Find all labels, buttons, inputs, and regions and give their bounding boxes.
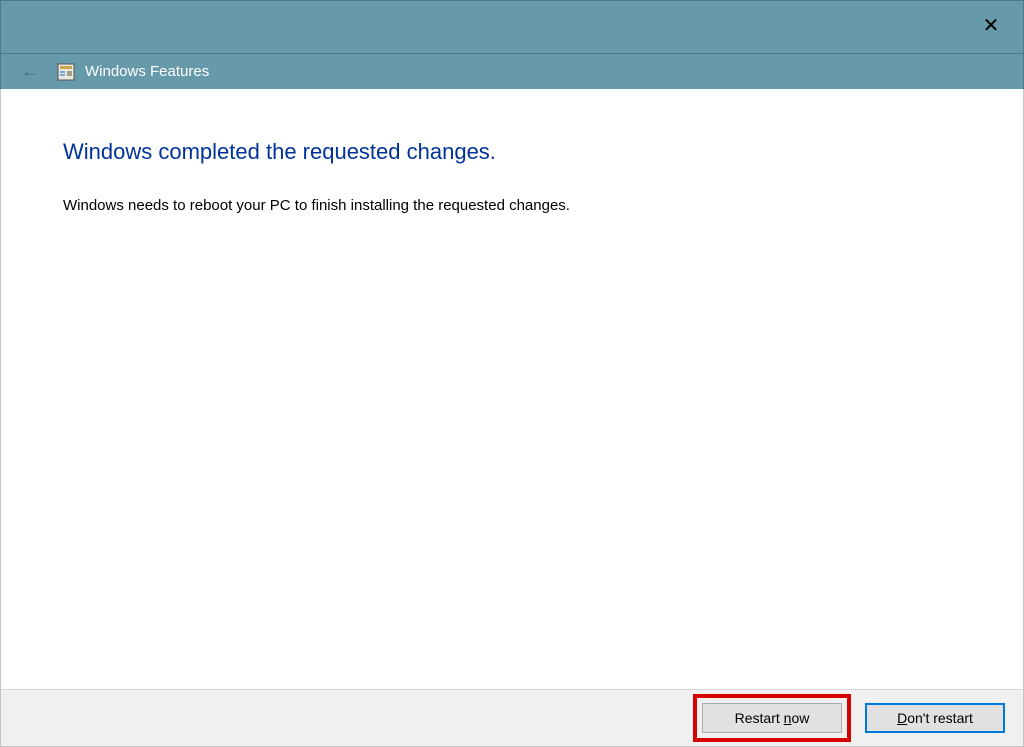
body-text: Windows needs to reboot your PC to finis…	[63, 197, 961, 214]
highlight-box: Restart now	[693, 694, 851, 742]
dialog-title: Windows Features	[85, 63, 209, 80]
restart-now-button[interactable]: Restart now	[702, 703, 842, 733]
close-icon: ✕	[983, 13, 1000, 38]
button-text-pre: Restart	[735, 710, 784, 726]
back-arrow-icon: ←	[21, 61, 39, 82]
titlebar: ✕	[0, 0, 1024, 54]
header-bar: ← Windows Features	[0, 54, 1024, 89]
button-text-post: on't restart	[907, 710, 973, 726]
button-text-underline: D	[897, 710, 907, 726]
footer-bar: Restart now Don't restart	[0, 689, 1024, 747]
headline-text: Windows completed the requested changes.	[63, 139, 961, 165]
windows-features-icon	[57, 63, 75, 81]
close-button[interactable]: ✕	[975, 9, 1007, 41]
content-area: Windows completed the requested changes.…	[0, 89, 1024, 689]
button-text-post: ow	[791, 710, 809, 726]
dont-restart-button[interactable]: Don't restart	[865, 703, 1005, 733]
